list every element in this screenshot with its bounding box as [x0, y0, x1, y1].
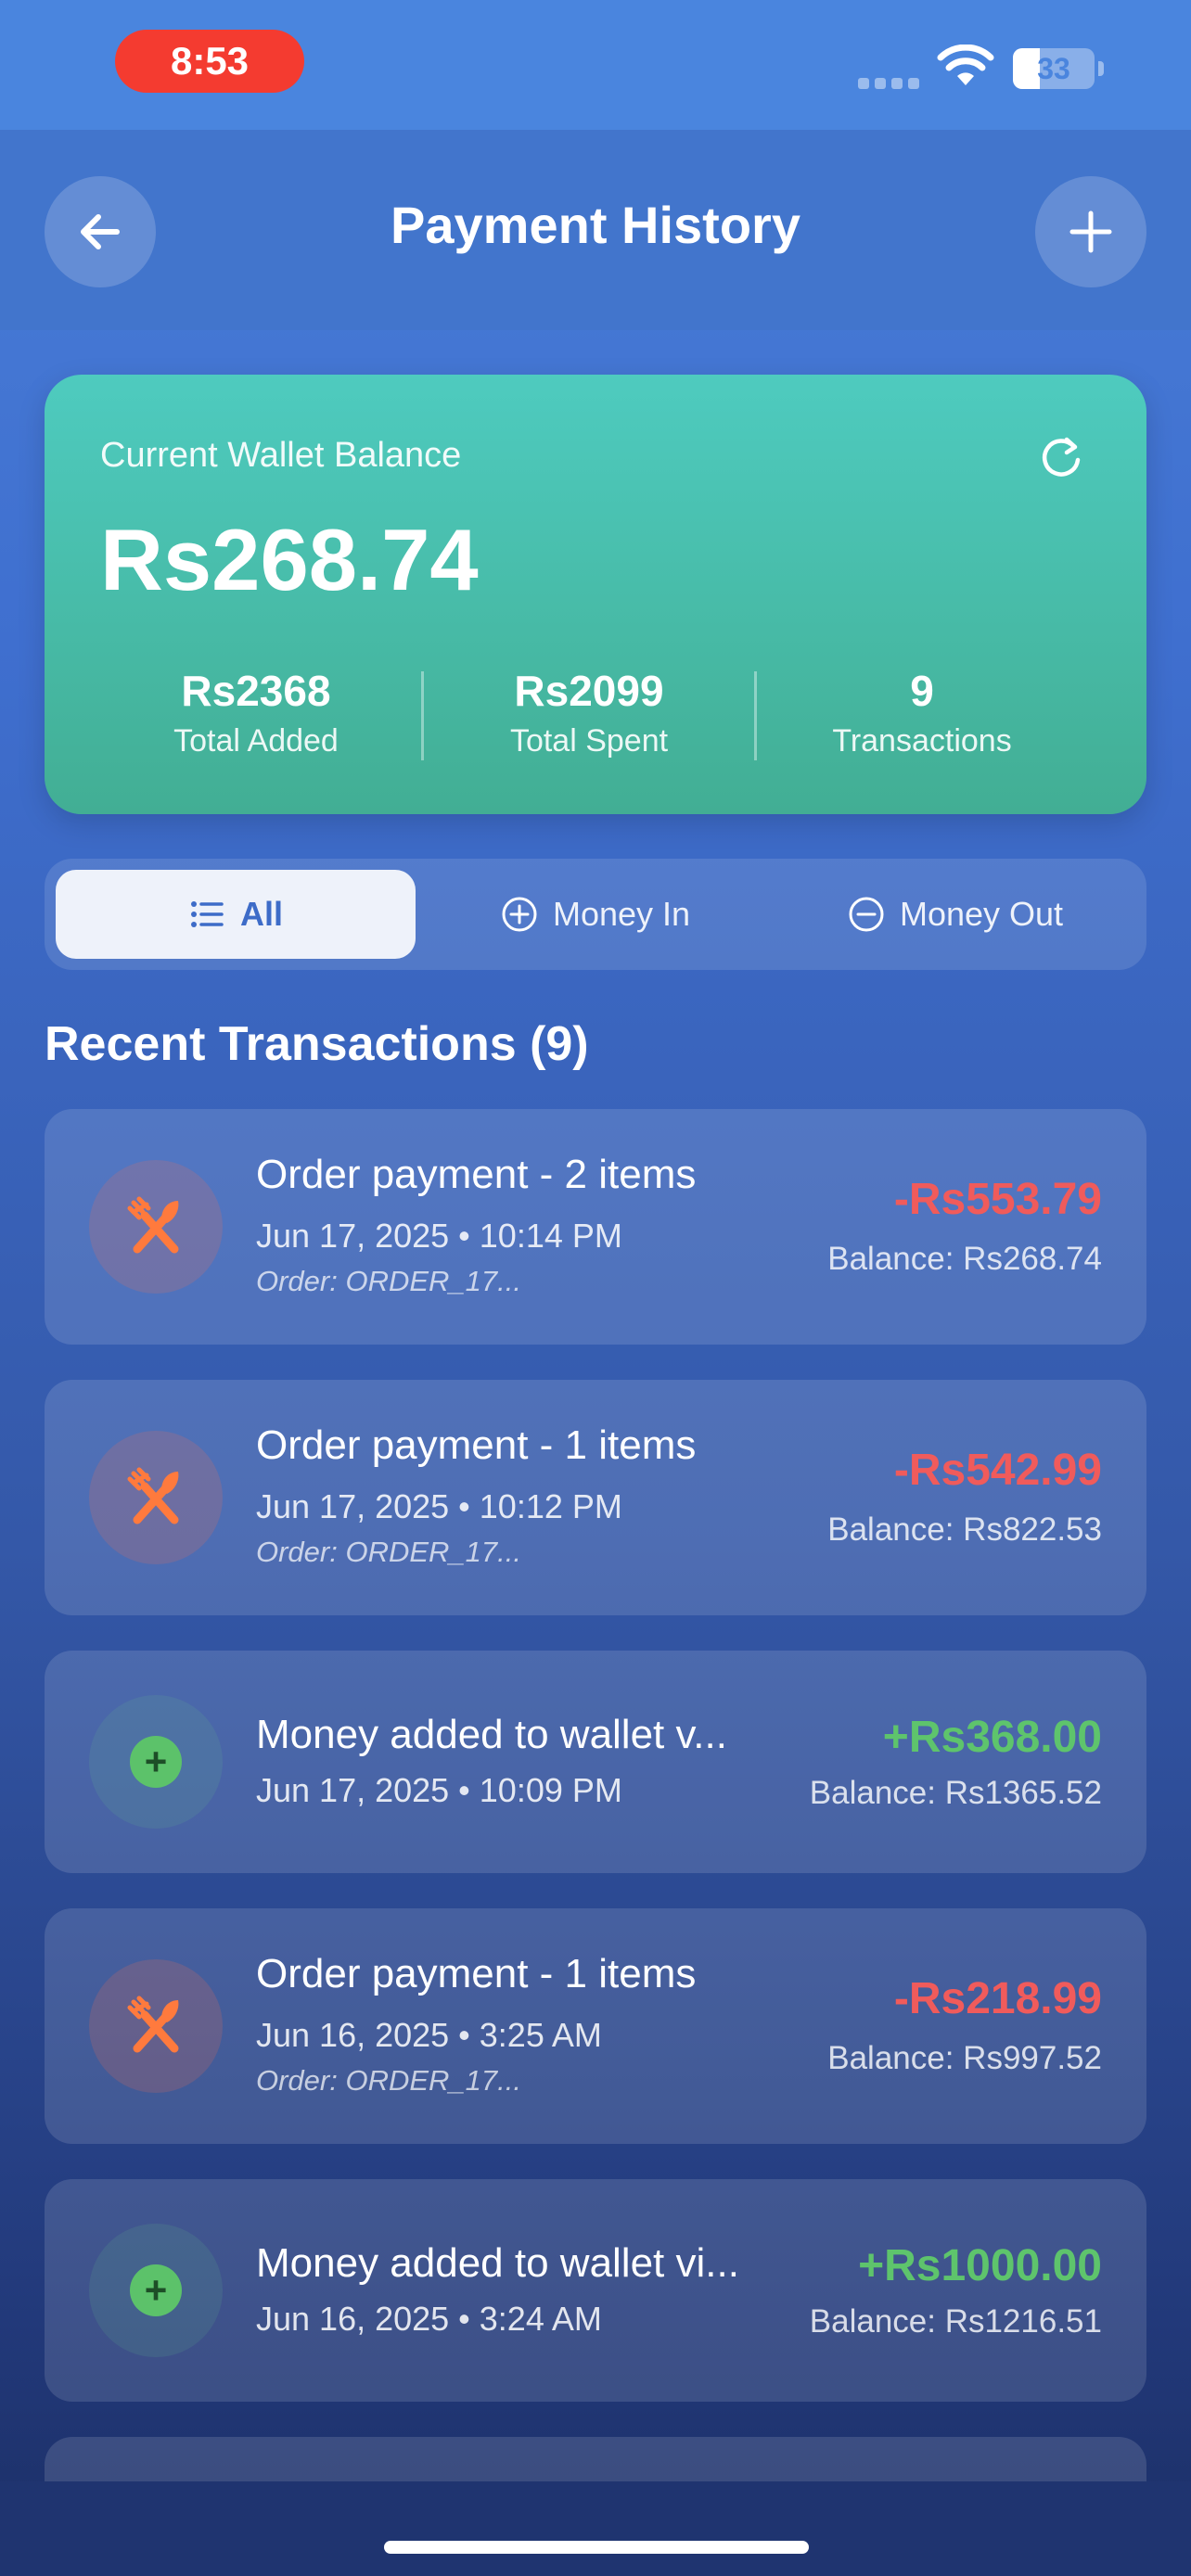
- filter-tabs: All Money In Money Out: [45, 859, 1146, 970]
- transaction-amount: +Rs368.00: [882, 1713, 1102, 1762]
- transaction-icon: [89, 1959, 223, 2093]
- stat-value: Rs2099: [514, 667, 664, 715]
- transaction-list: Order payment - 2 items Jun 17, 2025 • 1…: [45, 1109, 1146, 2493]
- transaction-date: Jun 16, 2025 • 3:25 AM: [256, 2016, 602, 2054]
- stat-label: Transactions: [832, 723, 1012, 759]
- plus-icon: +: [130, 2264, 182, 2316]
- transaction-icon: [89, 1160, 223, 1294]
- plus-icon: +: [130, 1736, 182, 1788]
- transaction-order-id: Order: ORDER_17...: [256, 1265, 521, 1297]
- transaction-item[interactable]: + Money added to wallet v... Jun 17, 202…: [45, 1651, 1146, 1873]
- status-bar: 8:53 33: [0, 0, 1191, 130]
- plus-icon: [1069, 210, 1112, 253]
- app-header: Payment History: [0, 130, 1191, 330]
- transaction-icon: +: [89, 1695, 223, 1829]
- cellular-signal-icon: [858, 78, 919, 89]
- transaction-amount: -Rs542.99: [893, 1446, 1102, 1495]
- recent-transactions-title: Recent Transactions (9): [45, 1017, 589, 1071]
- transaction-date: Jun 16, 2025 • 3:24 AM: [256, 2300, 602, 2338]
- transaction-order-id: Order: ORDER_17...: [256, 1536, 521, 1568]
- status-time: 8:53: [115, 30, 304, 93]
- transaction-date: Jun 17, 2025 • 10:09 PM: [256, 1771, 622, 1809]
- transaction-item[interactable]: Order payment - 2 items Jun 17, 2025 • 1…: [45, 1109, 1146, 1345]
- plus-circle-icon: [502, 897, 537, 932]
- transaction-balance: Balance: Rs268.74: [827, 1241, 1102, 1277]
- transaction-balance: Balance: Rs997.52: [827, 2040, 1102, 2076]
- wallet-balance-card: Current Wallet Balance Rs268.74 Rs2368 T…: [45, 375, 1146, 814]
- utensils-icon: [127, 1467, 179, 1524]
- home-indicator[interactable]: [384, 2541, 809, 2554]
- tab-label: Money In: [552, 895, 691, 933]
- tab-label: All: [239, 895, 283, 933]
- add-money-button[interactable]: [1035, 176, 1146, 287]
- wallet-balance-label: Current Wallet Balance: [100, 436, 462, 475]
- stat-total-spent: Rs2099 Total Spent: [424, 666, 754, 760]
- transaction-title: Order payment - 2 items: [256, 1152, 697, 1197]
- transaction-balance: Balance: Rs1216.51: [809, 2303, 1102, 2340]
- transaction-amount: +Rs1000.00: [858, 2241, 1102, 2290]
- tab-money-in[interactable]: Money In: [416, 870, 775, 959]
- transaction-title: Money added to wallet vi...: [256, 2240, 739, 2286]
- transaction-title: Order payment - 1 items: [256, 1422, 697, 1468]
- transaction-item[interactable]: + Money added to wallet vi... Jun 16, 20…: [45, 2179, 1146, 2402]
- transaction-balance: Balance: Rs822.53: [827, 1511, 1102, 1548]
- bottom-area: [0, 2481, 1191, 2576]
- battery-icon: 33: [1013, 48, 1095, 89]
- transaction-title: Money added to wallet v...: [256, 1712, 727, 1757]
- minus-circle-icon: [849, 897, 884, 932]
- transaction-date: Jun 17, 2025 • 10:14 PM: [256, 1217, 622, 1255]
- transaction-icon: +: [89, 2224, 223, 2357]
- page-title: Payment History: [391, 196, 800, 254]
- utensils-icon: [127, 1196, 179, 1254]
- stat-value: 9: [910, 667, 934, 715]
- wallet-balance-amount: Rs268.74: [100, 511, 479, 608]
- stat-total-added: Rs2368 Total Added: [91, 666, 421, 760]
- transaction-order-id: Order: ORDER_17...: [256, 2064, 521, 2097]
- battery-cap: [1098, 61, 1104, 76]
- transaction-amount: -Rs553.79: [893, 1175, 1102, 1224]
- transaction-item[interactable]: Order payment - 1 items Jun 16, 2025 • 3…: [45, 1908, 1146, 2144]
- tab-all[interactable]: All: [56, 870, 416, 959]
- list-icon: [190, 901, 224, 927]
- utensils-icon: [127, 1996, 179, 2053]
- transaction-item[interactable]: Order payment - 1 items Jun 17, 2025 • 1…: [45, 1380, 1146, 1615]
- transaction-icon: [89, 1431, 223, 1564]
- transaction-date: Jun 17, 2025 • 10:12 PM: [256, 1487, 622, 1525]
- wifi-icon: [937, 45, 994, 85]
- stat-value: Rs2368: [181, 667, 331, 715]
- stat-label: Total Added: [173, 723, 339, 759]
- transaction-title: Order payment - 1 items: [256, 1951, 697, 1996]
- wallet-stats: Rs2368 Total Added Rs2099 Total Spent 9 …: [45, 666, 1146, 760]
- stat-label: Total Spent: [509, 723, 669, 759]
- transaction-amount: -Rs218.99: [893, 1974, 1102, 2023]
- stat-transactions: 9 Transactions: [757, 666, 1087, 760]
- tab-label: Money Out: [899, 895, 1064, 933]
- battery-percent: 33: [1037, 51, 1070, 85]
- refresh-icon[interactable]: [1037, 432, 1085, 480]
- transaction-balance: Balance: Rs1365.52: [809, 1775, 1102, 1811]
- tab-money-out[interactable]: Money Out: [775, 870, 1135, 959]
